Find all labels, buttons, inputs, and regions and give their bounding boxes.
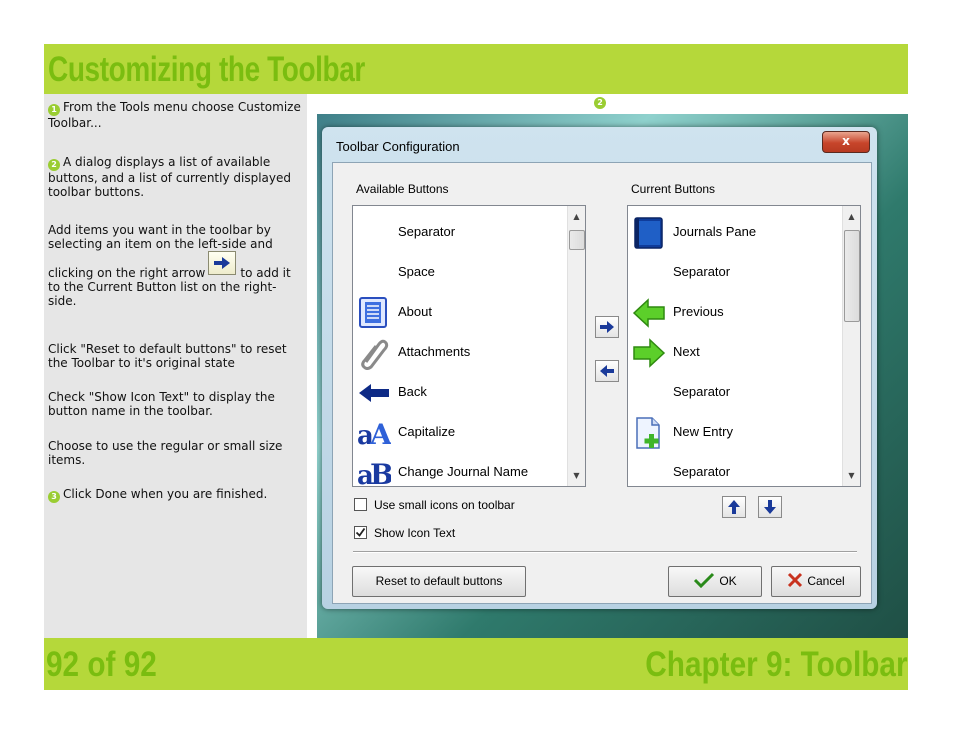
checkmark-icon <box>694 572 715 589</box>
reset-to-default-button[interactable]: Reset to default buttons <box>352 566 526 597</box>
list-item[interactable]: Separator <box>353 214 585 250</box>
ok-button-label: OK <box>719 574 737 588</box>
list-item-label: Change Journal Name <box>398 464 529 479</box>
ok-button[interactable]: OK <box>668 566 762 597</box>
instruction-reset: Click "Reset to default buttons" to rese… <box>48 342 287 370</box>
dialog-separator <box>353 551 857 553</box>
list-item-label: Journals Pane <box>673 224 757 239</box>
list-item-label: Separator <box>673 464 731 479</box>
list-item[interactable]: Back <box>353 374 585 410</box>
right-arrow-icon <box>600 321 614 333</box>
instruction-show-icon-text: Check "Show Icon Text" to display the bu… <box>48 390 275 418</box>
instruction-size: Choose to use the regular or small size … <box>48 439 283 467</box>
new-entry-icon <box>632 416 666 450</box>
journal-book-icon <box>632 216 666 250</box>
down-arrow-icon <box>764 500 776 514</box>
checkmark-icon <box>355 527 366 537</box>
show-icon-text-label: Show Icon Text <box>374 526 456 540</box>
current-buttons-label: Current Buttons <box>631 182 716 196</box>
list-item-label: Separator <box>398 224 456 239</box>
list-item-label: About <box>398 304 432 319</box>
remove-from-current-button[interactable] <box>595 360 619 382</box>
instruction-step-2: 2A dialog displays a list of available b… <box>48 155 302 199</box>
small-icons-checkbox[interactable] <box>354 498 367 511</box>
reset-button-label: Reset to default buttons <box>375 574 503 588</box>
list-item-label: Next <box>673 344 700 359</box>
list-item-label: Back <box>398 384 427 399</box>
scroll-thumb[interactable] <box>569 230 585 250</box>
list-item-label: Capitalize <box>398 424 456 439</box>
instruction-step-3: 3 Click Done when you are finished. <box>48 487 302 503</box>
svg-text:A: A <box>369 418 391 450</box>
list-item-label: Separator <box>673 264 731 279</box>
list-item[interactable]: New Entry <box>628 414 860 450</box>
add-to-current-button[interactable] <box>595 316 619 338</box>
x-icon <box>788 572 803 588</box>
list-item[interactable]: About <box>353 294 585 330</box>
list-item[interactable]: aA Capitalize <box>353 414 585 451</box>
svg-text:B: B <box>370 458 391 487</box>
scroll-up-icon[interactable]: ▲ <box>843 208 860 225</box>
list-item[interactable]: Space <box>353 254 585 290</box>
list-item[interactable]: aB Change Journal Name <box>353 454 585 487</box>
cancel-button[interactable]: Cancel <box>771 566 861 597</box>
move-down-button[interactable] <box>758 496 782 518</box>
page-number: 92 of 92 <box>46 645 157 684</box>
up-arrow-icon <box>728 500 740 514</box>
previous-arrow-icon <box>632 296 666 330</box>
current-list-scrollbar[interactable]: ▲ ▼ <box>842 206 860 486</box>
list-item-label: Space <box>398 264 435 279</box>
list-item-label: Previous <box>673 304 724 319</box>
back-arrow-icon <box>357 376 391 410</box>
scroll-down-icon[interactable]: ▼ <box>843 467 860 484</box>
close-button[interactable]: x <box>822 131 870 153</box>
screenshot-step-badge: 2 <box>594 97 606 109</box>
list-item[interactable]: Separator <box>628 374 860 410</box>
step-2-badge: 2 <box>48 159 60 171</box>
change-journal-name-icon: aB <box>357 456 394 487</box>
instruction-add-items: Add items you want in the toolbar by sel… <box>48 223 302 308</box>
scroll-up-icon[interactable]: ▲ <box>568 208 585 225</box>
list-item[interactable]: Attachments <box>353 334 585 370</box>
dialog-title: Toolbar Configuration <box>336 139 460 154</box>
list-item-label: New Entry <box>673 424 733 439</box>
list-item-label: Attachments <box>398 344 471 359</box>
available-list-scrollbar[interactable]: ▲ ▼ <box>567 206 585 486</box>
show-icon-text-checkbox[interactable] <box>354 526 367 539</box>
available-buttons-label: Available Buttons <box>356 182 449 196</box>
instruction-step-1: 1 From the Tools menu choose Customize To… <box>48 100 302 130</box>
cancel-button-label: Cancel <box>807 574 845 588</box>
scroll-thumb[interactable] <box>844 230 860 322</box>
chapter-title: Chapter 9: Toolbar <box>645 645 908 684</box>
move-up-button[interactable] <box>722 496 746 518</box>
step-3-badge: 3 <box>48 491 60 503</box>
small-icons-option[interactable]: Use small icons on toolbar <box>354 498 515 512</box>
step-1-badge: 1 <box>48 104 60 116</box>
page-title: Customizing the Toolbar <box>48 50 365 89</box>
step-2-text: A dialog displays a list of available bu… <box>48 155 291 199</box>
paperclip-icon <box>357 336 391 370</box>
step-3-text: Click Done when you are finished. <box>63 487 268 501</box>
about-icon <box>357 296 391 330</box>
capitalize-icon: aA <box>357 416 393 451</box>
available-buttons-list[interactable]: Separator Space About Attachments Back a… <box>352 205 586 487</box>
step-1-text: From the Tools menu choose Customize Too… <box>48 100 301 130</box>
scroll-down-icon[interactable]: ▼ <box>568 467 585 484</box>
small-icons-label: Use small icons on toolbar <box>374 498 515 512</box>
list-item[interactable]: Previous <box>628 294 860 330</box>
list-item[interactable]: Journals Pane <box>628 214 860 250</box>
show-icon-text-option[interactable]: Show Icon Text <box>354 526 455 540</box>
list-item-label: Separator <box>673 384 731 399</box>
next-arrow-icon <box>632 336 666 370</box>
list-item[interactable]: Separator <box>628 454 860 486</box>
current-buttons-list[interactable]: Journals Pane Separator Previous Next Se… <box>627 205 861 487</box>
left-arrow-icon <box>600 365 614 377</box>
list-item[interactable]: Separator <box>628 254 860 290</box>
list-item[interactable]: Next <box>628 334 860 370</box>
right-arrow-icon <box>208 251 237 275</box>
